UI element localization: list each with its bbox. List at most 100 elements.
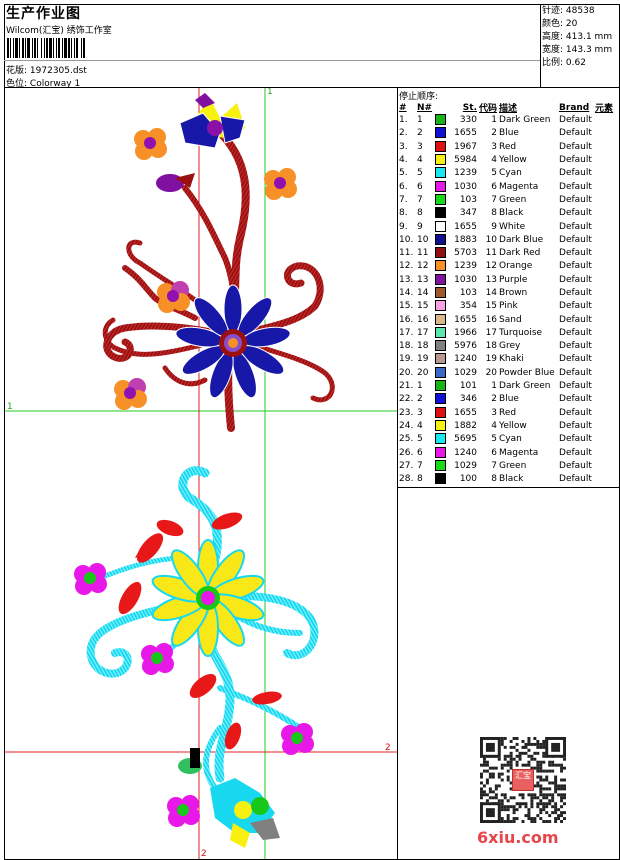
qr-module xyxy=(527,811,531,815)
qr-module xyxy=(557,817,561,821)
qr-module xyxy=(500,737,504,740)
row-n: 17 xyxy=(417,327,429,338)
qr-module xyxy=(542,745,546,749)
color-swatch xyxy=(435,273,446,285)
color-swatch xyxy=(435,207,446,219)
qr-module xyxy=(527,748,531,752)
row-desc: Powder Blue xyxy=(499,367,555,378)
row-brand: Default xyxy=(559,474,592,485)
table-row: 4. 4 5984 4 Yellow Default xyxy=(398,154,620,167)
row-n: 7 xyxy=(417,194,423,205)
row-brand: Default xyxy=(559,460,592,471)
qr-module xyxy=(512,808,516,812)
table-row: 15. 15 354 15 Pink Default xyxy=(398,300,620,313)
row-brand: Default xyxy=(559,234,592,245)
qr-module xyxy=(539,790,543,794)
qr-module xyxy=(563,766,566,770)
row-elem xyxy=(594,287,620,300)
qr-module xyxy=(506,817,510,821)
row-desc: White xyxy=(499,221,526,232)
qr-module xyxy=(482,769,486,773)
qr-module xyxy=(485,742,495,752)
barcode-bar xyxy=(22,38,24,58)
qr-module xyxy=(557,763,561,767)
row-swatch xyxy=(434,406,448,420)
qr-module xyxy=(497,784,501,788)
row-n: 4 xyxy=(417,155,423,166)
table-row: 5. 5 1239 5 Cyan Default xyxy=(398,167,620,180)
row-st: 354 xyxy=(459,301,477,312)
qr-module xyxy=(536,784,540,788)
qr-module xyxy=(506,808,510,812)
qr-module xyxy=(548,802,552,806)
color-swatch xyxy=(435,393,446,405)
qr-module xyxy=(536,775,540,779)
row-n: 10 xyxy=(417,234,429,245)
qr-module xyxy=(506,778,510,782)
table-row: 23. 3 1655 3 Red Default xyxy=(398,406,620,420)
design-value: 1972305.dst xyxy=(29,66,87,76)
qr-module xyxy=(551,805,555,809)
row-swatch xyxy=(434,260,448,273)
qr-module xyxy=(554,790,558,794)
row-code: 17 xyxy=(485,327,498,338)
qr-module xyxy=(551,760,555,764)
qr-module xyxy=(509,760,513,764)
row-idx: 3. xyxy=(399,141,408,152)
qr-module xyxy=(545,769,549,773)
barcode-bar xyxy=(15,38,18,58)
qr-module xyxy=(527,817,531,821)
row-elem xyxy=(594,127,620,140)
qr-module xyxy=(518,751,522,755)
qr-module xyxy=(480,775,483,779)
qr-module xyxy=(536,766,540,770)
col-n: N# xyxy=(417,102,433,113)
barcode-bar xyxy=(76,38,78,58)
qr-module xyxy=(551,796,555,800)
qr-module xyxy=(500,742,504,746)
qr-module xyxy=(527,760,531,764)
row-n: 16 xyxy=(417,314,429,325)
row-brand: Default xyxy=(559,354,592,365)
qr-module xyxy=(494,796,498,800)
row-swatch xyxy=(434,140,448,154)
qr-module xyxy=(545,820,549,823)
qr-module xyxy=(560,766,564,770)
qr-module xyxy=(482,763,486,767)
barcode-bar xyxy=(64,38,67,58)
row-idx: 25. xyxy=(399,434,414,445)
table-row: 20. 20 1029 20 Powder Blue Default xyxy=(398,366,620,380)
qr-module xyxy=(515,754,519,758)
row-st: 1239 xyxy=(454,261,477,272)
color-swatch xyxy=(435,180,446,192)
row-st: 100 xyxy=(459,474,477,485)
row-elem xyxy=(594,473,620,486)
row-code: 8 xyxy=(491,474,498,485)
qr-module xyxy=(536,760,540,764)
row-n: 5 xyxy=(417,434,423,445)
qr-module xyxy=(536,763,540,767)
row-st: 1967 xyxy=(454,141,477,152)
qr-module xyxy=(485,799,489,803)
qr-module xyxy=(494,793,498,797)
stat-scale: 比例: 0.62 xyxy=(542,58,586,68)
row-idx: 12. xyxy=(399,261,414,272)
qr-module xyxy=(542,808,546,812)
qr-module xyxy=(512,811,516,815)
row-brand: Default xyxy=(559,181,592,192)
stats-panel: 针迹: 48538 颜色: 20 高度: 413.1 mm 宽度: 143.3 … xyxy=(542,5,612,70)
color-swatch xyxy=(435,140,446,152)
color-swatch xyxy=(435,300,446,312)
guide-label-h1: 1 xyxy=(7,402,13,412)
table-row: 3. 3 1967 3 Red Default xyxy=(398,140,620,154)
row-swatch xyxy=(434,380,448,393)
qr-module xyxy=(524,742,528,746)
row-idx: 24. xyxy=(399,420,414,431)
qr-module xyxy=(542,778,546,782)
qr-module xyxy=(545,805,549,809)
row-desc: Sand xyxy=(499,314,522,325)
page-title: 生产作业图 xyxy=(6,6,81,22)
qr-module xyxy=(524,814,528,818)
row-st: 1030 xyxy=(454,181,477,192)
qr-module xyxy=(509,754,513,758)
